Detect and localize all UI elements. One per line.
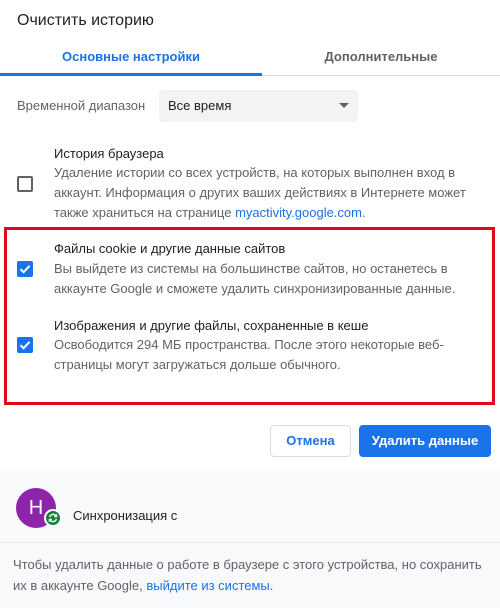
- checkbox-browsing-history[interactable]: [17, 176, 33, 192]
- cancel-button[interactable]: Отмена: [270, 425, 351, 457]
- sync-icon: [44, 509, 62, 527]
- time-range-label: Временной диапазон: [17, 98, 146, 113]
- option-description: Вы выйдете из системы на большинстве сай…: [54, 261, 456, 296]
- myactivity-link[interactable]: myactivity.google.com: [235, 205, 362, 220]
- sync-status-text: Синхронизация с: [73, 508, 178, 523]
- option-description: Удаление истории со всех устройств, на к…: [54, 163, 484, 223]
- tab-bar: Основные настройки Дополнительные: [0, 40, 500, 76]
- active-tab-indicator: [0, 73, 262, 76]
- dropdown-arrow-icon: [339, 103, 349, 108]
- dialog-title: Очистить историю: [17, 12, 154, 29]
- clear-history-dialog: Очистить историю Основные настройки Допо…: [0, 0, 500, 608]
- checkmark-icon: [19, 265, 31, 274]
- checkmark-icon: [19, 341, 31, 350]
- option-title: Файлы cookie и другие данные сайтов: [54, 241, 286, 256]
- checkbox-cookies[interactable]: [17, 261, 33, 277]
- tab-advanced-settings[interactable]: Дополнительные: [262, 40, 500, 76]
- checkbox-cache[interactable]: [17, 337, 33, 353]
- tab-basic-settings[interactable]: Основные настройки: [0, 40, 262, 76]
- delete-data-button[interactable]: Удалить данные: [359, 425, 491, 457]
- option-title: История браузера: [54, 146, 164, 161]
- time-range-select[interactable]: Все время: [159, 90, 358, 122]
- time-range-value: Все время: [168, 98, 232, 113]
- sign-out-link[interactable]: выйдите из системы: [146, 578, 269, 593]
- option-title: Изображения и другие файлы, сохраненные …: [54, 318, 369, 333]
- footer-note: Чтобы удалить данные о работе в браузере…: [13, 554, 491, 596]
- footer-note-end: .: [269, 578, 274, 593]
- footer-divider: [0, 542, 500, 543]
- sync-footer: H Синхронизация с Чтобы удалить данные о…: [0, 471, 500, 608]
- option-description: Освободится 294 МБ пространства. После э…: [54, 337, 444, 372]
- option-description-end: .: [361, 205, 366, 220]
